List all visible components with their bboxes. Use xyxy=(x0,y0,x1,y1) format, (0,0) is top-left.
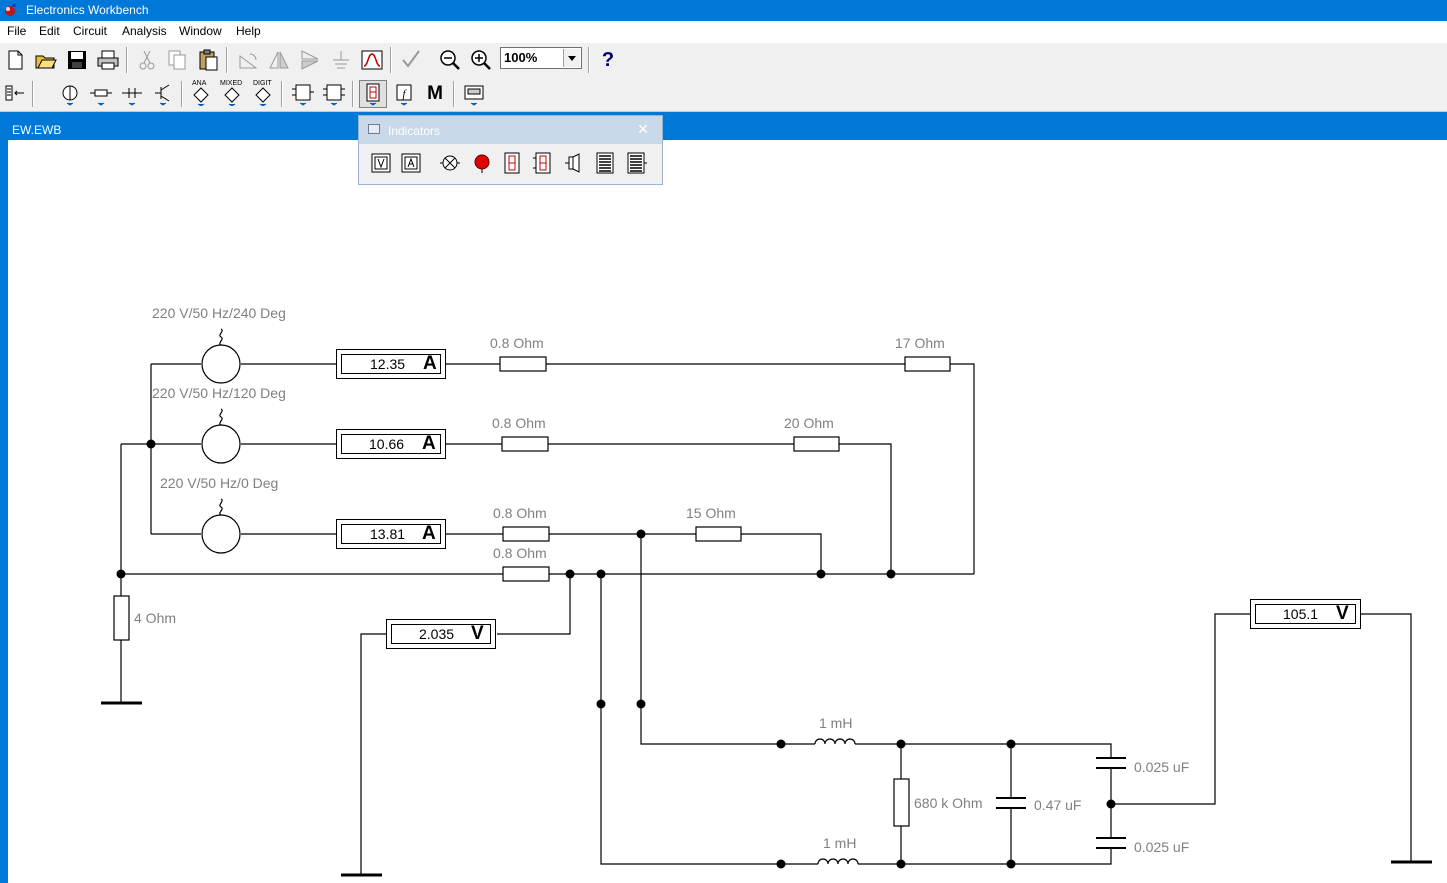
palette-window-icon xyxy=(368,124,380,134)
bulb-part-button[interactable] xyxy=(436,149,464,177)
bulb-icon xyxy=(440,155,460,171)
resistor-line3-label: 0.8 Ohm xyxy=(493,505,547,521)
resistor-neutral-label: 0.8 Ohm xyxy=(493,545,547,561)
voltmeter-2-unit: V xyxy=(1336,603,1349,624)
resistor-load1-label: 17 Ohm xyxy=(895,335,945,351)
resistor-line2-label: 0.8 Ohm xyxy=(492,415,546,431)
ammeter-1-unit: A xyxy=(423,353,437,374)
indicators-palette: Indicators ✕ xyxy=(358,115,663,185)
bargraph-part-button[interactable] xyxy=(591,149,619,177)
voltmeter-1[interactable]: 2.035 V xyxy=(386,619,496,649)
voltmeter-2[interactable]: 105.1 V xyxy=(1250,599,1361,629)
capacitor-bottom-label: 0.025 uF xyxy=(1134,839,1190,855)
ammeter-2[interactable]: 10.66 A xyxy=(336,429,446,459)
bargraph-icon xyxy=(596,152,614,174)
source-3-label: 220 V/50 Hz/0 Deg xyxy=(160,475,279,491)
resistor-load2-label: 20 Ohm xyxy=(784,415,834,431)
voltmeter-1-value: 2.035 xyxy=(419,626,455,642)
seven-segment-display-button[interactable] xyxy=(498,149,526,177)
ammeter-3-value: 13.81 xyxy=(370,526,406,542)
capacitor-mid-label: 0.47 uF xyxy=(1034,797,1082,813)
ammeter-1-value: 12.35 xyxy=(370,356,406,372)
probe-part-button[interactable] xyxy=(468,149,496,177)
voltmeter-icon xyxy=(371,153,391,173)
ammeter-part-button[interactable] xyxy=(397,149,425,177)
seven-segment-display-icon xyxy=(504,152,520,174)
ammeter-2-unit: A xyxy=(422,433,436,454)
ammeter-3-unit: A xyxy=(422,523,436,544)
decoded-display-button[interactable] xyxy=(529,149,557,177)
inductor-bottom-label: 1 mH xyxy=(823,835,857,851)
source-1-label: 220 V/50 Hz/240 Deg xyxy=(152,305,286,321)
resistor-line1-label: 0.8 Ohm xyxy=(490,335,544,351)
voltmeter-part-button[interactable] xyxy=(367,149,395,177)
ammeter-icon xyxy=(401,153,421,173)
voltmeter-2-value: 105.1 xyxy=(1283,606,1319,622)
palette-title-bar[interactable]: Indicators ✕ xyxy=(359,116,662,144)
circuit-schematic xyxy=(101,328,1432,877)
buzzer-icon xyxy=(565,153,580,173)
source-2-label: 220 V/50 Hz/120 Deg xyxy=(152,385,286,401)
close-icon[interactable]: ✕ xyxy=(636,121,650,137)
red-probe-icon xyxy=(474,154,490,173)
resistor-ground-label: 4 Ohm xyxy=(134,610,177,626)
ammeter-3[interactable]: 13.81 A xyxy=(336,519,446,549)
decoded-bargraph-icon xyxy=(627,152,647,174)
capacitor-top-label: 0.025 uF xyxy=(1134,759,1190,775)
resistor-filter-label: 680 k Ohm xyxy=(914,795,983,811)
inductor-top-label: 1 mH xyxy=(819,715,853,731)
decoded-bargraph-button[interactable] xyxy=(622,149,650,177)
ammeter-2-value: 10.66 xyxy=(369,436,405,452)
ammeter-1[interactable]: 12.35 A xyxy=(336,349,446,379)
buzzer-part-button[interactable] xyxy=(560,149,588,177)
resistor-load3-label: 15 Ohm xyxy=(686,505,736,521)
decoded-display-icon xyxy=(533,152,551,174)
palette-title: Indicators xyxy=(388,124,441,138)
voltmeter-1-unit: V xyxy=(471,623,484,644)
